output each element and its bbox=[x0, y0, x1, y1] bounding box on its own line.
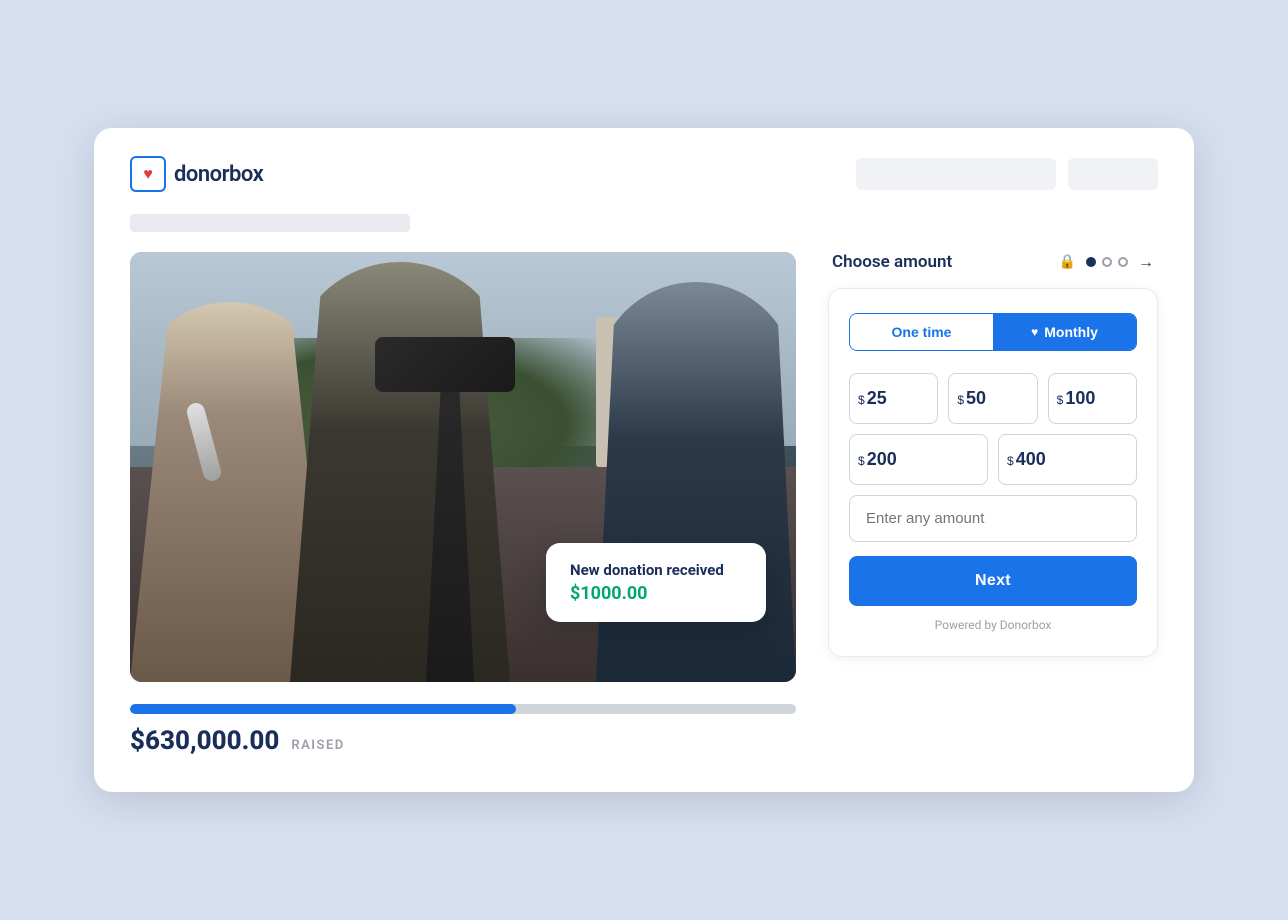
step-dot-1 bbox=[1086, 257, 1096, 267]
raised-amount: $630,000.00 bbox=[130, 726, 279, 756]
header-search-bar bbox=[856, 158, 1056, 190]
person-right bbox=[596, 282, 796, 682]
currency-1: $ bbox=[858, 394, 865, 406]
monthly-label: Monthly bbox=[1044, 324, 1098, 340]
header-right bbox=[856, 158, 1158, 190]
step-dot-3 bbox=[1118, 257, 1128, 267]
currency-5: $ bbox=[1007, 455, 1014, 467]
progress-stats: $630,000.00 RAISED bbox=[130, 726, 796, 756]
notification-popup: New donation received $1000.00 bbox=[546, 543, 766, 622]
notification-title: New donation received bbox=[570, 561, 742, 579]
progress-section: $630,000.00 RAISED bbox=[130, 704, 796, 756]
amount-value-1: 25 bbox=[867, 388, 887, 409]
amounts-grid-row2: $ 200 $ 400 bbox=[849, 434, 1137, 485]
header: ♥ donorbox bbox=[130, 156, 1158, 192]
amount-btn-25[interactable]: $ 25 bbox=[849, 373, 938, 424]
powered-by: Powered by Donorbox bbox=[849, 618, 1137, 632]
camera-body bbox=[375, 337, 515, 392]
lock-icon: 🔒 bbox=[1059, 254, 1076, 270]
main-card: ♥ donorbox bbox=[94, 128, 1194, 792]
amount-btn-200[interactable]: $ 200 bbox=[849, 434, 988, 485]
next-button[interactable]: Next bbox=[849, 556, 1137, 606]
amount-btn-100[interactable]: $ 100 bbox=[1048, 373, 1137, 424]
currency-2: $ bbox=[957, 394, 964, 406]
amount-value-2: 50 bbox=[966, 388, 986, 409]
amounts-grid-row1: $ 25 $ 50 $ 100 bbox=[849, 373, 1137, 424]
campaign-image: New donation received $1000.00 bbox=[130, 252, 796, 682]
step-dots bbox=[1086, 257, 1128, 267]
logo: ♥ donorbox bbox=[130, 156, 263, 192]
amount-btn-400[interactable]: $ 400 bbox=[998, 434, 1137, 485]
donation-card: One time ♥ Monthly $ 25 $ 50 bbox=[828, 288, 1158, 657]
currency-3: $ bbox=[1057, 394, 1064, 406]
logo-text: donorbox bbox=[174, 162, 263, 187]
header-action-btn bbox=[1068, 158, 1158, 190]
frequency-toggle: One time ♥ Monthly bbox=[849, 313, 1137, 351]
choose-amount-header: Choose amount 🔒 → bbox=[828, 252, 1158, 272]
monthly-heart-icon: ♥ bbox=[1031, 325, 1038, 339]
logo-heart-icon: ♥ bbox=[143, 164, 153, 184]
monthly-button[interactable]: ♥ Monthly bbox=[993, 314, 1136, 350]
notification-amount: $1000.00 bbox=[570, 583, 742, 604]
currency-4: $ bbox=[858, 455, 865, 467]
progress-bar-fill bbox=[130, 704, 516, 714]
amount-value-4: 200 bbox=[867, 449, 897, 470]
raised-label: RAISED bbox=[291, 738, 344, 753]
main-content: New donation received $1000.00 $630,000.… bbox=[130, 252, 1158, 756]
progress-bar-container bbox=[130, 704, 796, 714]
next-arrow-icon: → bbox=[1138, 252, 1154, 272]
custom-amount-input[interactable] bbox=[849, 495, 1137, 542]
logo-icon: ♥ bbox=[130, 156, 166, 192]
amount-btn-50[interactable]: $ 50 bbox=[948, 373, 1037, 424]
amount-value-5: 400 bbox=[1016, 449, 1046, 470]
amount-value-3: 100 bbox=[1065, 388, 1095, 409]
campaign-title-placeholder bbox=[130, 214, 410, 232]
step-dot-2 bbox=[1102, 257, 1112, 267]
left-panel: New donation received $1000.00 $630,000.… bbox=[130, 252, 796, 756]
one-time-button[interactable]: One time bbox=[850, 314, 993, 350]
choose-amount-title: Choose amount bbox=[832, 252, 1049, 272]
donation-panel: Choose amount 🔒 → One time ♥ Monthly bbox=[828, 252, 1158, 657]
person-mid bbox=[290, 262, 510, 682]
